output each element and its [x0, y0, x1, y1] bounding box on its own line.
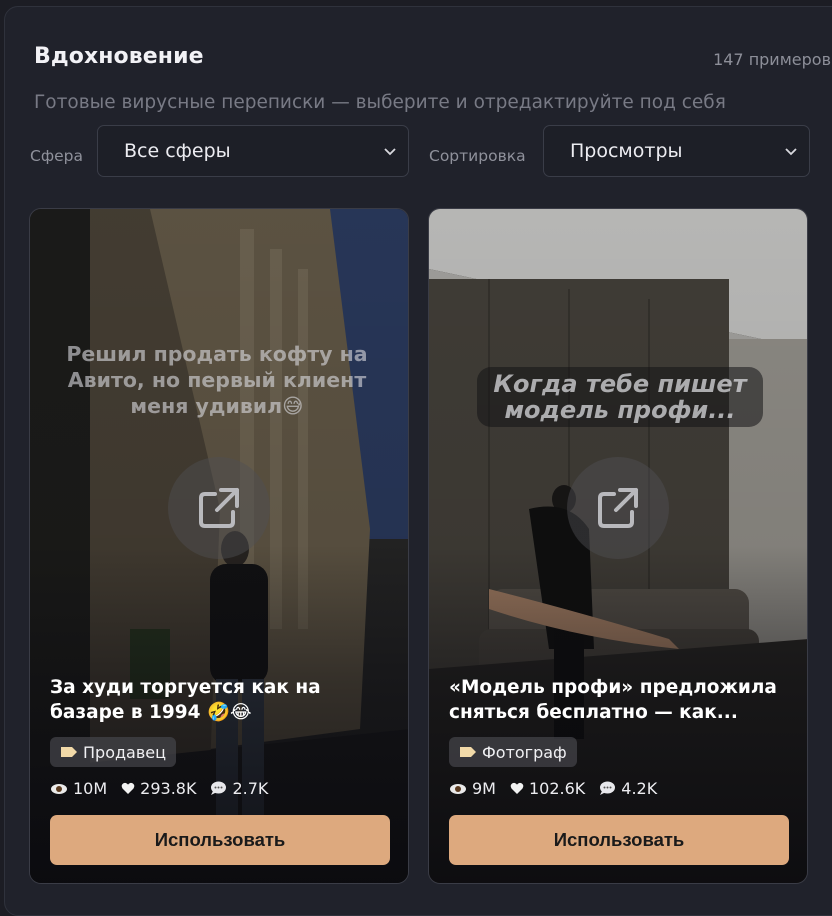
views-count: 9M — [472, 779, 496, 798]
chevron-down-icon — [384, 148, 396, 156]
speech-bubble-icon — [600, 781, 616, 795]
sphere-select[interactable]: Все сферы — [97, 125, 409, 177]
category-tag-label: Продавец — [83, 742, 167, 762]
video-overlay-text: Решил продать кофту на Авито, но первый … — [66, 342, 368, 418]
sphere-label: Сфера — [30, 147, 83, 165]
heart-icon — [121, 782, 135, 794]
use-template-button[interactable]: Использовать — [449, 815, 789, 865]
example-card[interactable]: Когда тебе пишет модель профи... «Модель… — [428, 208, 808, 884]
panel-subtitle: Готовые вирусные переписки — выберите и … — [34, 92, 726, 113]
likes-stat: 102.6K — [510, 779, 585, 798]
open-preview-button[interactable] — [567, 457, 669, 559]
sort-label: Сортировка — [429, 147, 526, 165]
views-count: 10M — [73, 779, 108, 798]
external-link-icon — [199, 488, 239, 528]
likes-stat: 293.8K — [121, 779, 196, 798]
comments-count: 2.7K — [232, 779, 269, 798]
category-tag: Продавец — [50, 737, 177, 767]
comments-stat: 2.7K — [210, 779, 268, 798]
external-link-icon — [598, 488, 638, 528]
card-stats: 9M 102.6K 4.2K — [449, 779, 657, 798]
video-overlay-text: Когда тебе пишет модель профи... — [477, 367, 763, 427]
use-template-button[interactable]: Использовать — [50, 815, 390, 865]
heart-icon — [510, 782, 524, 794]
card-stats: 10M 293.8K 2.7K — [50, 779, 268, 798]
card-title: За худи торгуется как на базаре в 1994 🤣… — [50, 677, 321, 723]
likes-count: 293.8K — [140, 779, 197, 798]
card-title: «Модель профи» предложила сняться беспла… — [449, 677, 777, 723]
eye-icon — [51, 783, 67, 794]
chevron-down-icon — [785, 148, 797, 156]
sphere-select-value: Все сферы — [124, 140, 231, 162]
panel-title: Вдохновение — [34, 44, 204, 69]
eye-icon — [450, 783, 466, 794]
comments-count: 4.2K — [621, 779, 658, 798]
views-stat: 10M — [50, 779, 107, 798]
comments-stat: 4.2K — [599, 779, 657, 798]
open-preview-button[interactable] — [168, 457, 270, 559]
likes-count: 102.6K — [528, 779, 586, 798]
speech-bubble-icon — [211, 781, 227, 795]
category-tag-label: Фотограф — [482, 742, 567, 762]
category-tag: Фотограф — [449, 737, 577, 767]
examples-count: 147 примеров — [713, 50, 831, 69]
label-icon — [61, 747, 77, 757]
views-stat: 9M — [449, 779, 496, 798]
sort-select-value: Просмотры — [570, 140, 683, 162]
label-icon — [460, 747, 476, 757]
example-card[interactable]: Решил продать кофту на Авито, но первый … — [29, 208, 409, 884]
sort-select[interactable]: Просмотры — [543, 125, 810, 177]
